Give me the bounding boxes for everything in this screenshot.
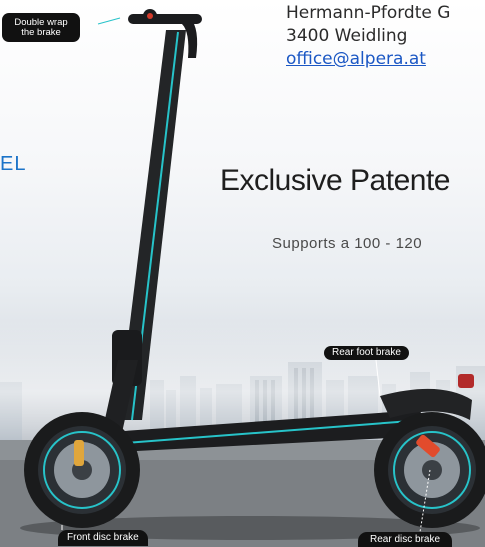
callout-rear-disc-brake: Rear disc brake bbox=[358, 532, 453, 547]
callout-rear-foot-brake: Rear foot brake bbox=[324, 346, 409, 360]
contact-email-link[interactable]: office@alpera.at bbox=[286, 49, 426, 69]
contact-block: Hermann-Pfordte G 3400 Weidling office@a… bbox=[286, 2, 450, 71]
hero-banner: Hermann-Pfordte G 3400 Weidling office@a… bbox=[0, 0, 485, 547]
subheadline: Supports a 100 - 120 bbox=[272, 235, 423, 252]
callout-double-wrap-brake: Double wrap the brake bbox=[2, 13, 80, 42]
callout-double-wrap-line2: the brake bbox=[21, 26, 61, 38]
contact-city: 3400 Weidling bbox=[286, 26, 408, 46]
scooter-image bbox=[20, 9, 485, 540]
front-wheel-icon bbox=[24, 412, 140, 528]
contact-street: Hermann-Pfordte G bbox=[286, 3, 451, 23]
headline: Exclusive Patente bbox=[220, 164, 450, 197]
side-label: EL bbox=[0, 153, 27, 175]
callout-front-disc-brake: Front disc brake bbox=[58, 530, 148, 546]
